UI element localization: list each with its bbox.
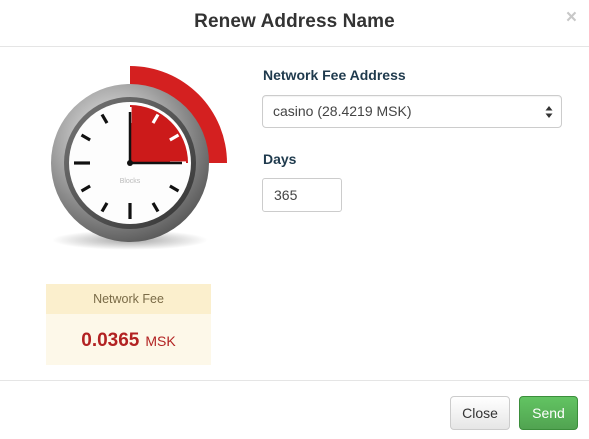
fee-amount: 0.0365: [81, 330, 140, 351]
dialog-footer: Close Send: [0, 380, 589, 439]
days-label: Days: [263, 151, 297, 167]
network-fee-value: 0.0365 MSK: [46, 314, 211, 352]
close-button[interactable]: Close: [450, 396, 510, 430]
dialog-header: Renew Address Name ×: [0, 0, 589, 47]
days-input[interactable]: 365: [262, 178, 342, 212]
fee-unit: MSK: [145, 333, 176, 349]
renew-address-name-dialog: Renew Address Name × Blocks Network Fee …: [0, 0, 589, 438]
timer-clock-illustration: Blocks: [40, 60, 235, 260]
network-fee-address-label: Network Fee Address: [263, 67, 406, 83]
dialog-title: Renew Address Name: [194, 11, 395, 32]
selected-address: casino (28.4219 MSK): [273, 103, 412, 119]
select-arrows-icon: [545, 106, 553, 118]
network-fee-address-select[interactable]: casino (28.4219 MSK): [262, 95, 562, 128]
close-icon[interactable]: ×: [566, 8, 577, 28]
clock-face-label: Blocks: [120, 178, 141, 185]
send-button[interactable]: Send: [519, 396, 578, 430]
clock-icon: Blocks: [51, 66, 227, 250]
network-fee-heading: Network Fee: [46, 284, 211, 314]
network-fee-panel: Network Fee 0.0365 MSK: [46, 284, 211, 365]
